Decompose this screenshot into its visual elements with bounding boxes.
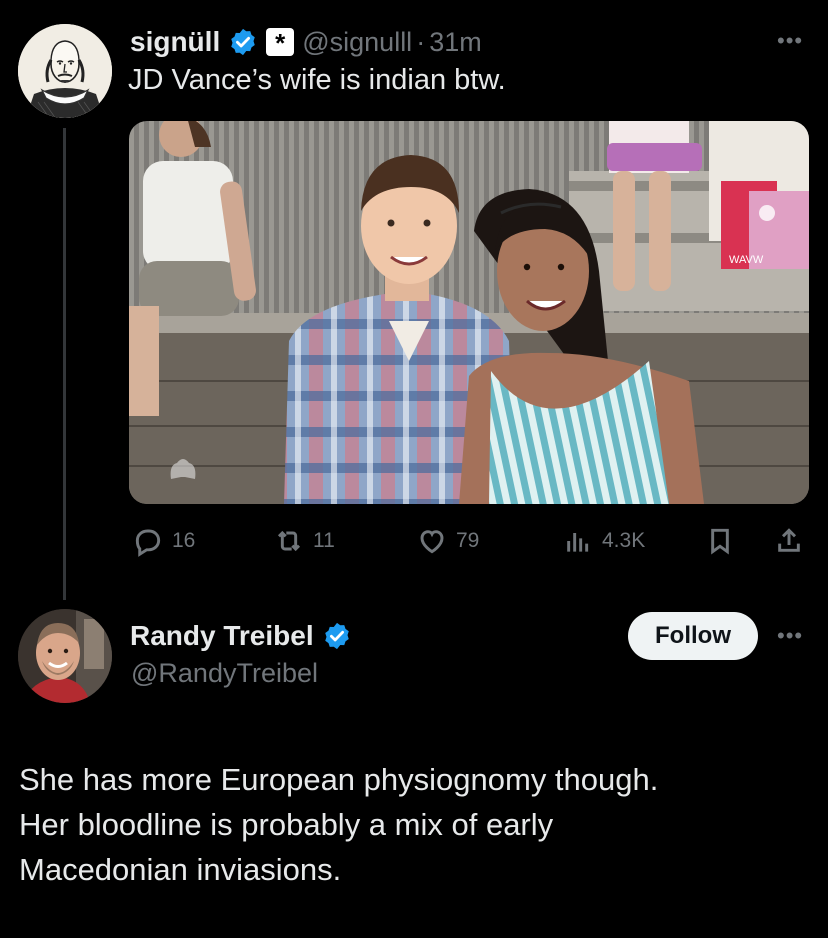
reply-author-handle[interactable]: @RandyTreibel	[131, 658, 318, 689]
verified-badge-icon	[231, 28, 255, 56]
verified-badge-icon	[324, 622, 349, 650]
like-count: 79	[456, 529, 480, 552]
reply-text-line: Macedonian inviasions.	[19, 852, 342, 887]
randy-avatar-image	[18, 609, 112, 703]
meta-separator: ·	[416, 26, 426, 57]
tweet-text: JD Vance’s wife is indian btw.	[128, 64, 506, 96]
reply-text-line: Her bloodline is probably a mix of early	[19, 807, 554, 842]
reply-icon	[135, 529, 161, 557]
repost-button[interactable]: 11	[273, 523, 335, 559]
view-count: 4.3K	[602, 529, 646, 552]
bag-print-text: WAVW	[729, 254, 764, 266]
bookmark-icon	[711, 528, 729, 555]
views-chart-icon	[567, 533, 589, 552]
reply-count: 16	[172, 529, 196, 552]
tweet-header: signüll * @signulll · 31m	[130, 24, 482, 60]
share-icon	[778, 528, 800, 552]
bookmark-button[interactable]	[704, 523, 736, 559]
follow-button[interactable]: Follow	[628, 612, 758, 660]
like-button[interactable]: 79	[416, 523, 479, 559]
reply-header: Randy Treibel	[130, 618, 352, 654]
author-avatar[interactable]	[18, 24, 112, 118]
repost-count: 11	[313, 529, 335, 552]
shakespeare-avatar-image	[18, 24, 112, 118]
reply-author-name[interactable]: Randy Treibel	[130, 620, 314, 652]
reply-button[interactable]: 16	[132, 523, 195, 559]
timestamp[interactable]: 31m	[429, 27, 482, 58]
repost-icon	[277, 530, 301, 552]
views-button[interactable]: 4.3K	[562, 523, 645, 559]
photo-image: WAVW	[129, 121, 809, 504]
more-options-icon[interactable]: •••	[777, 625, 803, 647]
author-handle[interactable]: @signulll	[302, 27, 412, 58]
reply-author-avatar[interactable]	[18, 609, 112, 703]
share-button[interactable]	[773, 523, 805, 559]
more-options-icon[interactable]: •••	[777, 30, 803, 52]
thread-connector-line	[63, 128, 66, 600]
like-heart-icon	[420, 530, 444, 554]
reply-text-line: She has more European physiognomy though…	[19, 762, 659, 797]
tweet-media-photo[interactable]: WAVW	[129, 121, 809, 504]
tweet-action-bar: 16 11 79 4.3K	[130, 523, 810, 559]
affiliate-badge-icon: *	[266, 28, 295, 58]
reply-text: She has more European physiognomy though…	[19, 757, 809, 892]
author-name[interactable]: signüll	[130, 26, 220, 58]
